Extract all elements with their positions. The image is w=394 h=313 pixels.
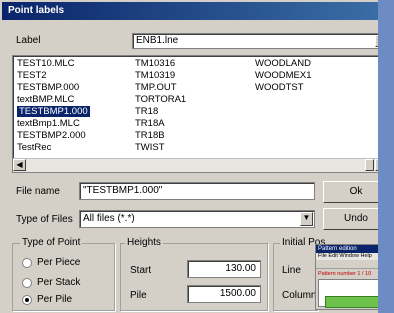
list-item[interactable]: textBMP.MLC TORTORA1 [13,94,388,105]
list-item-c1: TESTBMP.000 [17,82,80,93]
pile-label: Pile [130,290,147,301]
heights-title: Heights [125,237,163,248]
file-type-label: Type of Files [16,214,73,225]
type-of-point-title: Type of Point [20,237,83,248]
file-name-input[interactable]: "TESTBMP1.000" [79,182,315,200]
radio-per-pile[interactable] [22,295,32,305]
list-item[interactable]: TEST2 TM10319 WOODMEX1 [13,70,388,81]
list-item-c1: TESTBMP2.000 [17,130,86,141]
scroll-left-icon[interactable]: ◀ [13,159,26,171]
start-label: Start [130,265,152,276]
start-height-input[interactable]: 130.00 [187,260,261,278]
list-item-c3: WOODTST [255,82,304,93]
window-title: Point labels [2,2,378,20]
pile-height-input[interactable]: 1500.00 [187,285,261,303]
list-item-c1: TEST2 [17,70,47,81]
label-caption: Label [16,35,41,46]
list-item-c2: TM10319 [135,70,176,81]
file-name-label: File name [16,186,60,197]
list-item-c3: WOODLAND [255,58,311,69]
label-dropdown[interactable]: ENB1.lne ▼ [132,33,390,49]
label-dropdown-value: ENB1.lne [136,35,179,46]
chevron-down-icon[interactable]: ▼ [300,212,313,226]
line-label: Line [282,265,301,276]
list-item[interactable]: textBmp1.MLC TR18A [13,118,388,129]
list-item[interactable]: TestRec TWIST [13,142,388,153]
list-item-c2: TWIST [135,142,165,153]
thumbnail-status: Pattern number 1 / 10 [318,271,372,277]
per-piece-label: Per Piece [37,257,81,268]
radio-per-piece[interactable] [22,258,32,268]
list-item-c2: TM10316 [135,58,176,69]
column-label: Column [282,290,317,301]
list-item[interactable]: TESTBMP.000 TMP.OUT WOODTST [13,82,388,93]
point-labels-window: Point labels Label ENB1.lne ▼ TEST10.MLC… [0,0,394,313]
per-stack-label: Per Stack [37,277,81,288]
list-item-c1: TestRec [17,142,52,153]
per-pile-label: Per Pile [37,294,73,305]
list-item-c2: TMP.OUT [135,82,177,93]
list-item[interactable]: TEST10.MLC TM10316 WOODLAND [13,58,388,69]
list-item[interactable]: TESTBMP2.000 TR18B [13,130,388,141]
scroll-thumb[interactable] [365,159,374,171]
horizontal-scrollbar[interactable]: ◀ ▶ [13,158,388,172]
file-type-select[interactable]: All files (*.*) ▼ [79,210,315,228]
list-item-c2: TR18A [135,118,165,129]
list-item-c1: textBmp1.MLC [17,118,80,129]
radio-per-stack[interactable] [22,278,32,288]
list-item-c1: TEST10.MLC [17,58,75,69]
list-item-c2: TORTORA1 [135,94,187,105]
desktop-background [378,0,394,313]
list-item-c2: TR18B [135,130,165,141]
list-item-c1: TESTBMP1.000 [17,106,90,117]
list-item-c2: TR18 [135,106,159,117]
file-list[interactable]: TEST10.MLC TM10316 WOODLAND TEST2 TM10319 WOO… [12,55,389,173]
file-type-value: All files (*.*) [83,213,135,224]
list-item-c3: WOODMEX1 [255,70,312,81]
list-item-c1: textBMP.MLC [17,94,75,105]
list-item[interactable]: TESTBMP1.000 TR18 [13,106,388,117]
